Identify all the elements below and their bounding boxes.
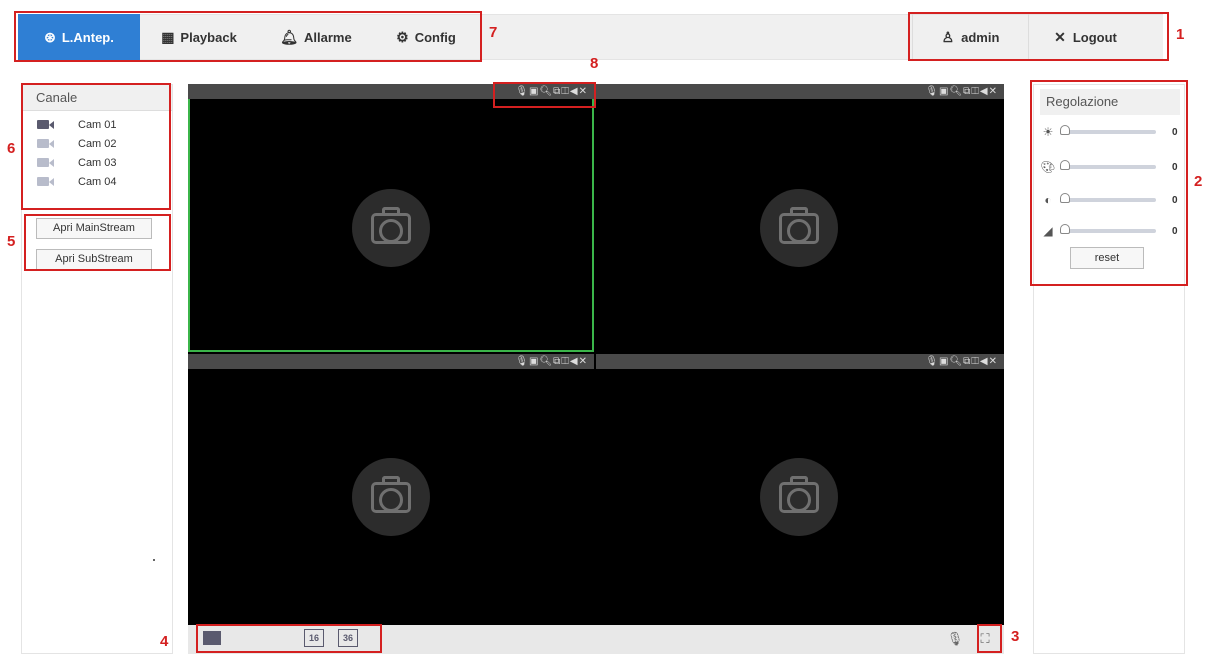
camera-placeholder-icon xyxy=(760,458,838,536)
annotation-box-1 xyxy=(908,12,1169,61)
annotation-box-8 xyxy=(493,82,596,108)
video-grid: 🎙︎▣🔍︎⧉◫◀︎✕ 🎙︎▣🔍︎⧉◫◀︎✕ 🎙︎▣🔍︎⧉◫◀︎✕ 🎙︎▣🔍︎⧉◫… xyxy=(188,84,1004,625)
annotation-number-1: 1 xyxy=(1176,26,1185,43)
camera-placeholder-icon xyxy=(352,189,430,267)
video-tile-2[interactable]: 🎙︎▣🔍︎⧉◫◀︎✕ xyxy=(596,84,1004,352)
tile-toolbar: 🎙︎▣🔍︎⧉◫◀︎✕ xyxy=(596,84,1004,99)
annotation-box-3 xyxy=(977,624,1002,653)
tile-tools[interactable]: 🎙︎▣🔍︎⧉◫◀︎✕ xyxy=(925,84,998,99)
microphone-icon[interactable]: 🎙︎ xyxy=(946,630,964,648)
video-tile-3[interactable]: 🎙︎▣🔍︎⧉◫◀︎✕ xyxy=(188,354,594,625)
annotation-number-8: 8 xyxy=(590,55,599,72)
camera-placeholder-icon xyxy=(760,189,838,267)
annotation-number-4: 4 xyxy=(160,633,169,650)
annotation-box-4 xyxy=(196,624,382,653)
annotation-box-6 xyxy=(21,83,171,210)
annotation-box-5 xyxy=(24,214,171,271)
annotation-box-2 xyxy=(1030,80,1188,286)
tile-toolbar: 🎙︎▣🔍︎⧉◫◀︎✕ xyxy=(188,354,594,369)
annotation-number-7: 7 xyxy=(489,24,498,41)
decorative-dot xyxy=(153,559,155,561)
video-tile-4[interactable]: 🎙︎▣🔍︎⧉◫◀︎✕ xyxy=(596,354,1004,625)
annotation-number-3: 3 xyxy=(1011,628,1020,645)
tile-tools[interactable]: 🎙︎▣🔍︎⧉◫◀︎✕ xyxy=(925,354,998,369)
annotation-number-5: 5 xyxy=(7,233,16,250)
annotation-number-2: 2 xyxy=(1194,173,1203,190)
annotation-number-6: 6 xyxy=(7,140,16,157)
tile-tools[interactable]: 🎙︎▣🔍︎⧉◫◀︎✕ xyxy=(515,354,588,369)
camera-placeholder-icon xyxy=(352,458,430,536)
tile-toolbar: 🎙︎▣🔍︎⧉◫◀︎✕ xyxy=(596,354,1004,369)
video-tile-1[interactable]: 🎙︎▣🔍︎⧉◫◀︎✕ xyxy=(188,84,594,352)
annotation-box-7 xyxy=(14,11,482,62)
